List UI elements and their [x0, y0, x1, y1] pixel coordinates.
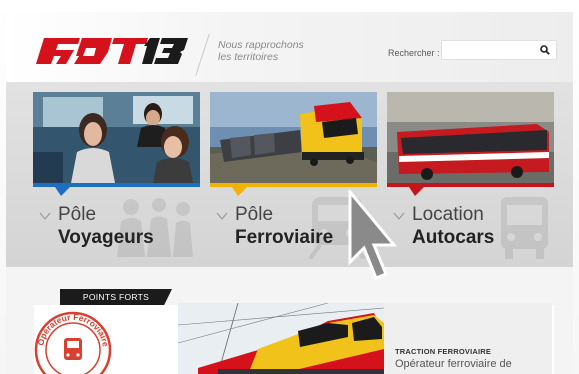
card-title-line2: Voyageurs [58, 227, 154, 248]
card-title-line2: Ferroviaire [235, 227, 334, 248]
traction-title: TRACTION FERROVIAIRE [395, 347, 492, 356]
bus-icon [501, 197, 548, 259]
header-divider [195, 34, 221, 76]
card-pole-voyageurs[interactable]: Pôle Voyageurs [33, 92, 200, 267]
card-title-line1: Location [412, 204, 484, 225]
card-notch [409, 187, 424, 196]
search-box [441, 40, 557, 60]
mouse-cursor-icon [348, 190, 398, 280]
search-input[interactable] [442, 41, 536, 59]
card-notch [55, 187, 70, 196]
search-label: Rechercher : [388, 48, 440, 58]
page: Nous rapprochons les territoires Recherc… [0, 0, 579, 374]
locomotive-banner-photo [178, 303, 384, 374]
traction-text: Opérateur ferroviaire de [395, 358, 512, 370]
chevron-down-icon [216, 212, 228, 220]
site-header: Nous rapprochons les territoires Recherc… [6, 12, 573, 82]
tagline-line2: les territoires [218, 51, 279, 63]
card-title-line1: Pôle [58, 204, 97, 225]
points-forts-badge: POINTS FORTS [60, 289, 172, 305]
chevron-down-icon [39, 212, 51, 220]
coach-photo [387, 92, 554, 183]
card-title-line1: Pôle [235, 204, 274, 225]
tagline: Nous rapprochons les territoires [218, 39, 338, 63]
locomotive-photo [210, 92, 377, 183]
card-location-autocars[interactable]: Location Autocars [387, 92, 554, 267]
search-icon[interactable] [540, 45, 550, 55]
operateur-ferroviaire-stamp: Opérateur Ferroviaire [34, 311, 112, 374]
card-notch [232, 187, 247, 196]
passengers-photo [33, 92, 200, 183]
tagline-line1: Nous rapprochons [218, 39, 304, 51]
card-title-line2: Autocars [412, 227, 495, 248]
rdt13-logo[interactable] [34, 36, 190, 66]
services-band: Pôle Voyageurs Pôle Ferroviaire Location… [6, 82, 573, 267]
